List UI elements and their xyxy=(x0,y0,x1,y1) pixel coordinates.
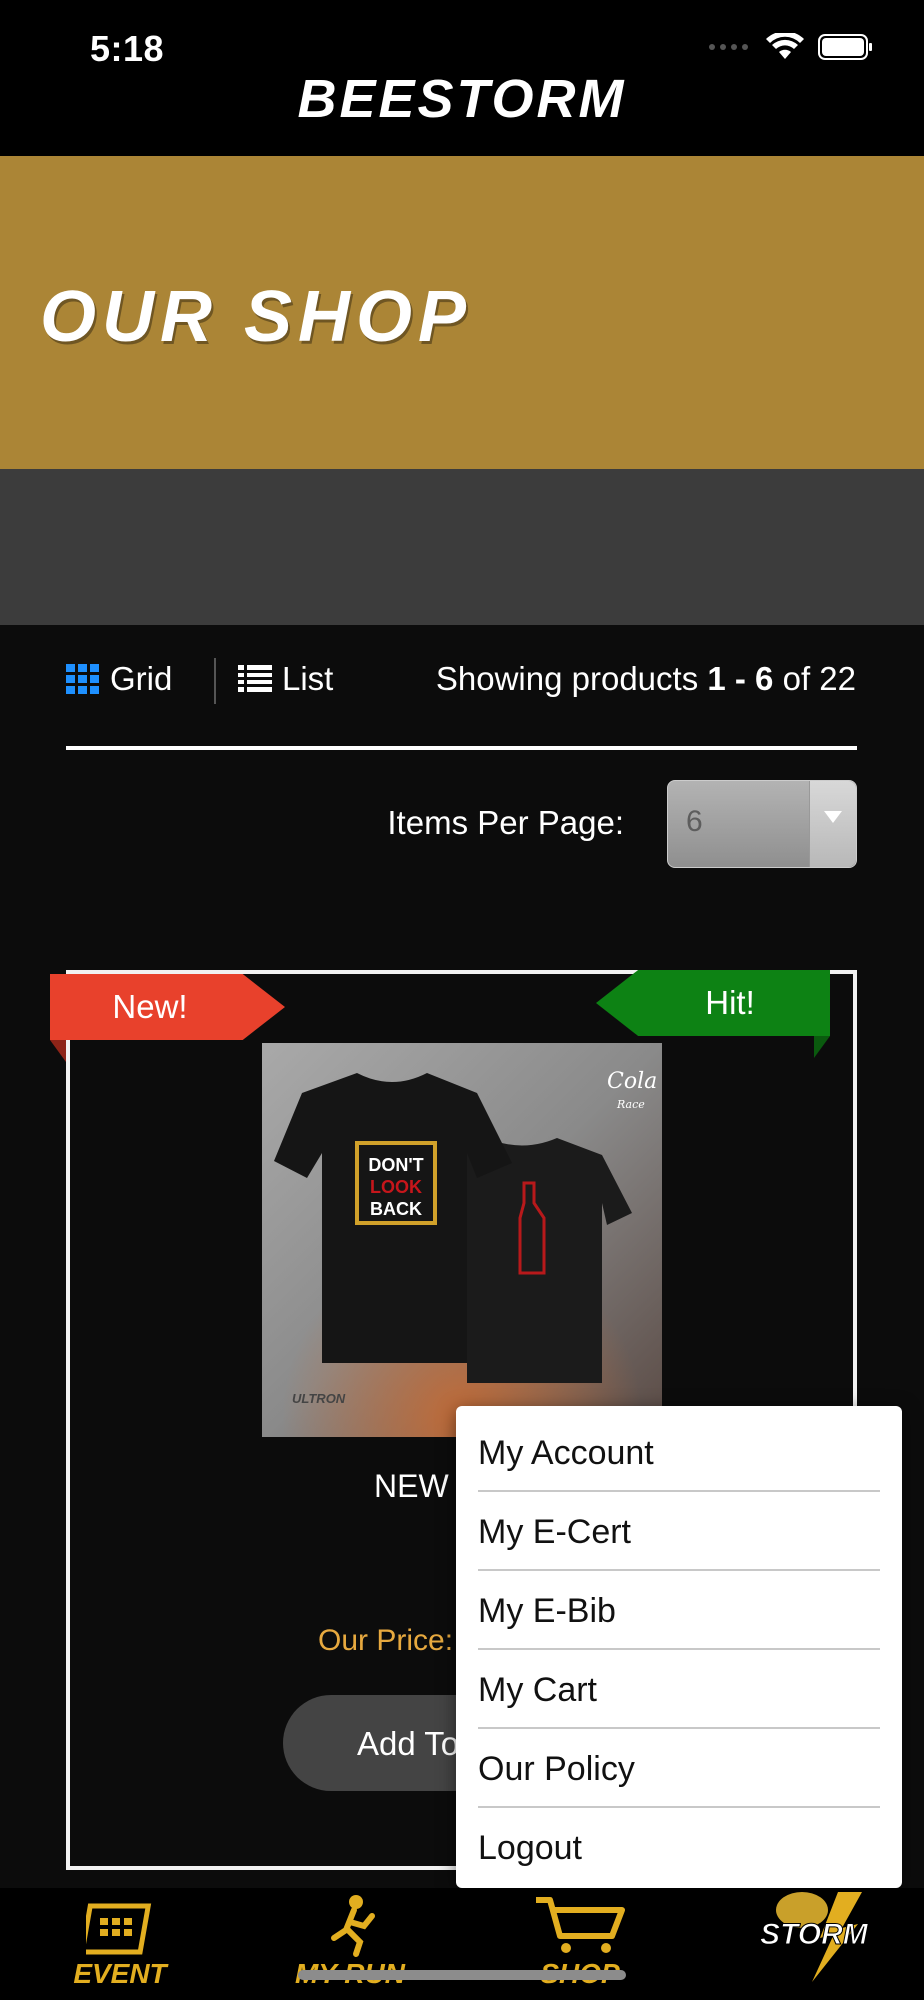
cart-icon xyxy=(536,1897,625,1953)
list-view-toggle[interactable]: List xyxy=(238,660,333,698)
tshirt-photo: DON'T LOOK BACK Cola Race ULTRON xyxy=(262,1043,662,1437)
ribbon-hit-fold xyxy=(814,1036,830,1058)
shirt-text-look: LOOK xyxy=(370,1177,422,1197)
account-menu: My Account My E-Cert My E-Bib My Cart Ou… xyxy=(456,1406,902,1888)
cola-race-logo: Cola xyxy=(607,1069,657,1094)
tab-my-run[interactable]: MY RUN xyxy=(270,1888,430,2000)
menu-item-my-e-cert[interactable]: My E-Cert xyxy=(478,1493,880,1571)
menu-item-my-cart[interactable]: My Cart xyxy=(478,1651,880,1729)
product-name: NEW xyxy=(374,1468,449,1504)
bottom-tab-bar: EVENT MY RUN SHOP STORM xyxy=(0,1888,924,2000)
home-indicator xyxy=(298,1970,626,1980)
chevron-down-icon xyxy=(824,811,842,823)
items-per-page-label: Items Per Page: xyxy=(387,804,624,841)
status-time: 5:18 xyxy=(90,28,165,69)
showing-total: 22 xyxy=(819,660,856,697)
product-image[interactable]: DON'T LOOK BACK Cola Race ULTRON xyxy=(262,1043,662,1437)
svg-text:Race: Race xyxy=(616,1098,645,1111)
toolbar-divider xyxy=(66,746,857,750)
showing-range: 1 - 6 xyxy=(707,660,774,697)
product-price-label: Our Price: xyxy=(318,1624,454,1657)
grid-icon xyxy=(66,664,99,694)
calendar-icon xyxy=(86,1903,152,1955)
grid-view-toggle[interactable]: Grid xyxy=(66,660,172,698)
menu-item-logout[interactable]: Logout xyxy=(478,1809,880,1887)
items-per-page-value: 6 xyxy=(686,805,703,838)
menu-item-my-account[interactable]: My Account xyxy=(478,1414,880,1492)
banner-band xyxy=(0,469,924,625)
shirt-text-dont: DON'T xyxy=(368,1155,423,1175)
list-label: List xyxy=(282,660,334,697)
bee-logo-icon: STORM xyxy=(760,1892,869,1982)
ribbon-new-fold xyxy=(50,1040,66,1062)
menu-item-our-policy[interactable]: Our Policy xyxy=(478,1730,880,1808)
tab-event[interactable]: EVENT xyxy=(40,1888,200,2000)
view-divider xyxy=(214,658,216,704)
tab-shop[interactable]: SHOP xyxy=(500,1888,660,2000)
showing-products-text: Showing products 1 - 6 of 22 xyxy=(435,660,856,697)
runner-icon xyxy=(331,1895,375,1957)
tab-beestorm[interactable]: STORM xyxy=(730,1888,900,2000)
badge-new-label: New! xyxy=(112,988,188,1025)
brand-logo: BEESTORM xyxy=(297,69,627,129)
grid-label: Grid xyxy=(110,660,173,697)
select-arrow-button xyxy=(809,781,856,867)
ultron-mark: ULTRON xyxy=(292,1391,346,1406)
shirt-text-back: BACK xyxy=(370,1199,422,1219)
items-per-page-select[interactable]: 6 xyxy=(667,780,857,868)
tab-event-label: EVENT xyxy=(73,1958,167,1989)
battery-icon xyxy=(818,34,872,60)
status-icons xyxy=(708,32,874,62)
banner-title: OUR SHOP xyxy=(40,277,473,357)
signal-icon xyxy=(709,44,748,50)
badge-hit-label: Hit! xyxy=(705,984,755,1021)
add-to-cart-label: Add To xyxy=(357,1725,460,1762)
wifi-icon xyxy=(766,33,804,59)
bee-logo-text: STORM xyxy=(760,1918,869,1951)
shop-banner: OUR SHOP xyxy=(0,156,924,469)
menu-item-my-e-bib[interactable]: My E-Bib xyxy=(478,1572,880,1650)
list-icon xyxy=(238,665,272,692)
